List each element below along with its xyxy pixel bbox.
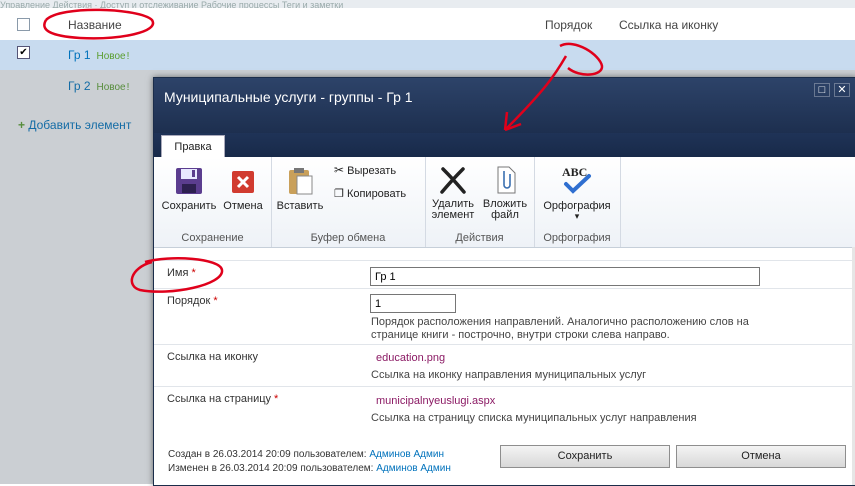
ribbon-group-label: Действия	[455, 232, 504, 244]
paste-button[interactable]: Вставить	[275, 165, 325, 212]
ribbon-group-spelling: ABC Орфография ▾ Орфография	[534, 157, 621, 247]
new-badge: Новое	[96, 51, 126, 62]
select-all-checkbox[interactable]	[17, 18, 30, 31]
attach-file-button[interactable]: Вложить файл	[480, 165, 530, 221]
created-text: Создан в 26.03.2014 20:09 пользователем:	[168, 449, 367, 460]
attach-file-icon	[497, 166, 516, 194]
field-row-icon-link: Ссылка на иконку education.png Ссылка на…	[154, 344, 855, 387]
save-icon	[176, 168, 202, 194]
dialog-title: Муниципальные услуги - группы - Гр 1	[164, 89, 413, 105]
modified-info: Изменен в 26.03.2014 20:09 пользователем…	[168, 463, 451, 474]
created-user-link[interactable]: Админов Админ	[369, 449, 444, 460]
field-row-name: Имя *	[154, 260, 855, 289]
spelling-button[interactable]: ABC Орфография ▾	[538, 163, 616, 221]
field-label: Порядок *	[167, 295, 218, 307]
order-help-line: Порядок расположения направлений. Аналог…	[371, 316, 749, 328]
ribbon-group-save: Сохранить Отмена Сохранение	[154, 157, 272, 247]
cut-button[interactable]: ✂ Вырезать	[334, 163, 396, 177]
ribbon: Сохранить Отмена Сохранение Вставить ✂ В…	[154, 157, 855, 248]
ribbon-strip: Управление Действия · Доступ и отслежива…	[0, 0, 855, 8]
cancel-icon	[232, 171, 254, 193]
scissors-icon: ✂	[334, 163, 345, 177]
ribbon-group-label: Буфер обмена	[310, 232, 386, 244]
order-input[interactable]	[370, 294, 456, 313]
name-label: Имя	[167, 267, 189, 279]
ribbon-group-label: Орфография	[543, 232, 611, 244]
save-ribbon-button[interactable]: Сохранить	[159, 165, 219, 212]
modified-user-link[interactable]: Админов Админ	[376, 463, 451, 474]
order-help: Порядок расположения направлений. Аналог…	[371, 316, 811, 342]
maximize-icon[interactable]: □	[814, 83, 830, 97]
paste-icon	[289, 168, 313, 195]
order-help-line: странице книги - построчно, внутри строк…	[371, 329, 670, 341]
row-title[interactable]: Гр 1	[68, 48, 91, 62]
icon-link-value[interactable]: education.png	[376, 352, 445, 364]
spellcheck-icon: ABC	[562, 165, 591, 194]
required-mark: *	[191, 267, 196, 279]
column-icon-header[interactable]: Ссылка на иконку	[619, 18, 718, 32]
ribbon-group-label: Сохранение	[181, 232, 244, 244]
dialog-title-bar: Муниципальные услуги - группы - Гр 1 □ ✕	[154, 78, 855, 133]
ribbon-group-actions: Удалить элемент Вложить файл Действия	[425, 157, 535, 247]
field-label: Ссылка на страницу *	[167, 393, 278, 405]
delete-label-2: элемент	[431, 209, 475, 221]
field-label: Имя *	[167, 267, 196, 279]
order-label: Порядок	[167, 295, 211, 307]
field-row-page-link: Ссылка на страницу * municipalnyeuslugi.a…	[154, 386, 855, 431]
row-checkbox[interactable]: ✔	[17, 46, 30, 59]
row-title-link[interactable]: Гр 1 Новое!	[68, 48, 129, 62]
copy-button[interactable]: ❐ Копировать	[334, 187, 406, 200]
page-link-value[interactable]: municipalnyeuslugi.aspx	[376, 395, 495, 407]
tab-edit[interactable]: Правка	[161, 135, 225, 158]
save-ribbon-label: Сохранить	[161, 200, 217, 212]
field-row-order: Порядок* Порядок расположения направлени…	[154, 288, 855, 345]
ribbon-group-clipboard: Вставить ✂ Вырезать ❐ Копировать Буфер о…	[271, 157, 426, 247]
created-info: Создан в 26.03.2014 20:09 пользователем:…	[168, 449, 444, 460]
chevron-down-icon[interactable]: ▾	[538, 212, 616, 221]
cut-label: Вырезать	[347, 165, 397, 177]
cancel-button[interactable]: Отмена	[676, 445, 846, 468]
column-name-header[interactable]: Название	[68, 18, 122, 32]
required-mark: *	[274, 393, 279, 405]
edit-item-dialog: Муниципальные услуги - группы - Гр 1 □ ✕…	[153, 77, 855, 486]
modified-text: Изменен в 26.03.2014 20:09 пользователем…	[168, 463, 374, 474]
cancel-ribbon-button[interactable]: Отмена	[220, 165, 266, 212]
cancel-ribbon-label: Отмена	[223, 200, 263, 212]
page-link-label: Ссылка на страницу	[167, 393, 272, 405]
ribbon-tab-bar: Правка	[154, 133, 855, 158]
delete-icon	[440, 167, 466, 194]
field-label: Ссылка на иконку	[167, 351, 258, 363]
delete-item-button[interactable]: Удалить элемент	[428, 165, 478, 221]
attach-label-2: файл	[491, 209, 519, 221]
copy-icon: ❐	[334, 188, 344, 200]
name-input[interactable]	[370, 267, 760, 286]
svg-text:ABC: ABC	[562, 165, 587, 179]
copy-label: Копировать	[346, 188, 407, 200]
new-badge-mark: !	[126, 51, 130, 62]
icon-link-help: Ссылка на иконку направления муниципальн…	[371, 369, 647, 381]
paste-label: Вставить	[276, 200, 324, 212]
icon-link-label: Ссылка на иконку	[167, 351, 258, 363]
close-icon[interactable]: ✕	[834, 83, 850, 97]
list-header: Название Порядок Ссылка на иконку	[0, 8, 855, 41]
list-row[interactable]: ✔ Гр 1Новое! 1 education.png	[0, 40, 855, 109]
save-button[interactable]: Сохранить	[500, 445, 670, 468]
column-order-header[interactable]: Порядок	[545, 18, 592, 32]
required-mark: *	[213, 295, 218, 307]
page-link-help: Ссылка на страницу списка муниципальных …	[371, 412, 697, 424]
